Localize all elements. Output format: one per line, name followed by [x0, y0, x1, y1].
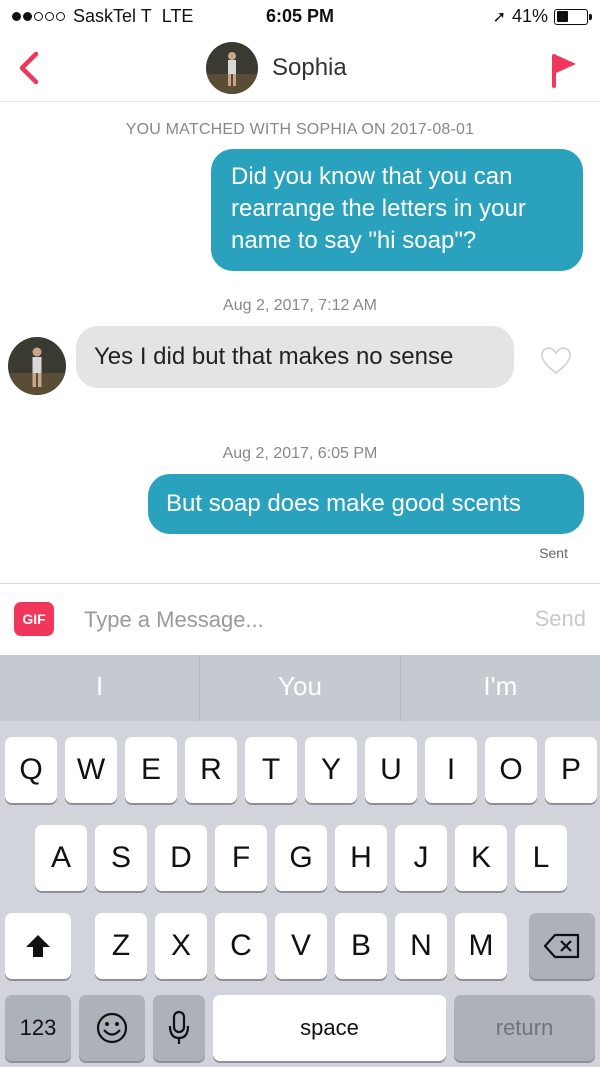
message-bubble-incoming[interactable]: Yes I did but that makes no sense: [76, 326, 514, 388]
message-input[interactable]: [84, 600, 484, 640]
key-p[interactable]: P: [545, 737, 597, 803]
suggestion-item[interactable]: I: [0, 655, 201, 721]
key-y[interactable]: Y: [305, 737, 357, 803]
emoji-icon: [96, 1012, 128, 1044]
status-bar: SaskTel T LTE 6:05 PM ➚ 41%: [0, 0, 600, 36]
keyboard: I You I'm Q W E R T Y U I O P A S D F G H J K L Z X C V B N M 123 s…: [0, 655, 600, 1067]
message-timestamp: Aug 2, 2017, 6:05 PM: [222, 445, 378, 462]
space-key[interactable]: space: [213, 995, 446, 1061]
message-bubble-outgoing[interactable]: But soap does make good scents: [148, 474, 584, 534]
compose-bar: GIF Send: [0, 583, 600, 655]
key-t[interactable]: T: [245, 737, 297, 803]
match-note: YOU MATCHED WITH SOPHIA ON 2017-08-01: [125, 121, 475, 138]
dictation-key[interactable]: [153, 995, 205, 1061]
key-m[interactable]: M: [455, 913, 507, 979]
battery-percent: 41%: [511, 6, 548, 26]
suggestion-bar: I You I'm: [0, 655, 600, 721]
delete-key[interactable]: [529, 913, 595, 979]
key-o[interactable]: O: [485, 737, 537, 803]
key-b[interactable]: B: [335, 913, 387, 979]
numbers-key[interactable]: 123: [5, 995, 71, 1061]
sent-status: Sent: [539, 545, 568, 561]
key-a[interactable]: A: [35, 825, 87, 891]
return-key[interactable]: return: [454, 995, 595, 1061]
contact-avatar[interactable]: [206, 42, 258, 94]
sender-avatar[interactable]: [8, 337, 66, 395]
status-right: ➚ 41%: [492, 6, 592, 27]
backspace-icon: [543, 933, 580, 959]
back-chevron-icon[interactable]: [14, 48, 44, 88]
microphone-icon: [168, 1010, 190, 1044]
battery-fill: [556, 11, 569, 22]
emoji-key[interactable]: [79, 995, 145, 1061]
key-d[interactable]: D: [155, 825, 207, 891]
key-h[interactable]: H: [335, 825, 387, 891]
key-e[interactable]: E: [125, 737, 177, 803]
key-f[interactable]: F: [215, 825, 267, 891]
key-q[interactable]: Q: [5, 737, 57, 803]
like-heart-icon[interactable]: [540, 346, 572, 376]
key-s[interactable]: S: [95, 825, 147, 891]
key-g[interactable]: G: [275, 825, 327, 891]
send-button[interactable]: Send: [535, 606, 586, 632]
contact-name[interactable]: Sophia: [272, 54, 347, 82]
key-w[interactable]: W: [65, 737, 117, 803]
chat-header: Sophia: [0, 36, 600, 102]
key-l[interactable]: L: [515, 825, 567, 891]
shift-arrow-icon: [26, 935, 50, 957]
key-k[interactable]: K: [455, 825, 507, 891]
gif-button[interactable]: GIF: [14, 602, 54, 636]
key-u[interactable]: U: [365, 737, 417, 803]
key-n[interactable]: N: [395, 913, 447, 979]
key-z[interactable]: Z: [95, 913, 147, 979]
key-c[interactable]: C: [215, 913, 267, 979]
key-j[interactable]: J: [395, 825, 447, 891]
suggestion-item[interactable]: I'm: [401, 655, 600, 721]
key-x[interactable]: X: [155, 913, 207, 979]
shift-key[interactable]: [5, 913, 71, 979]
chat-thread[interactable]: YOU MATCHED WITH SOPHIA ON 2017-08-01 Di…: [0, 103, 600, 583]
suggestion-item[interactable]: You: [200, 655, 401, 721]
flag-report-icon[interactable]: [548, 48, 578, 88]
battery-icon: [554, 8, 592, 25]
message-bubble-outgoing[interactable]: Did you know that you can rearrange the …: [211, 149, 583, 271]
key-v[interactable]: V: [275, 913, 327, 979]
message-timestamp: Aug 2, 2017, 7:12 AM: [223, 297, 377, 314]
key-r[interactable]: R: [185, 737, 237, 803]
location-arrow-icon: ➚: [492, 8, 506, 26]
key-i[interactable]: I: [425, 737, 477, 803]
